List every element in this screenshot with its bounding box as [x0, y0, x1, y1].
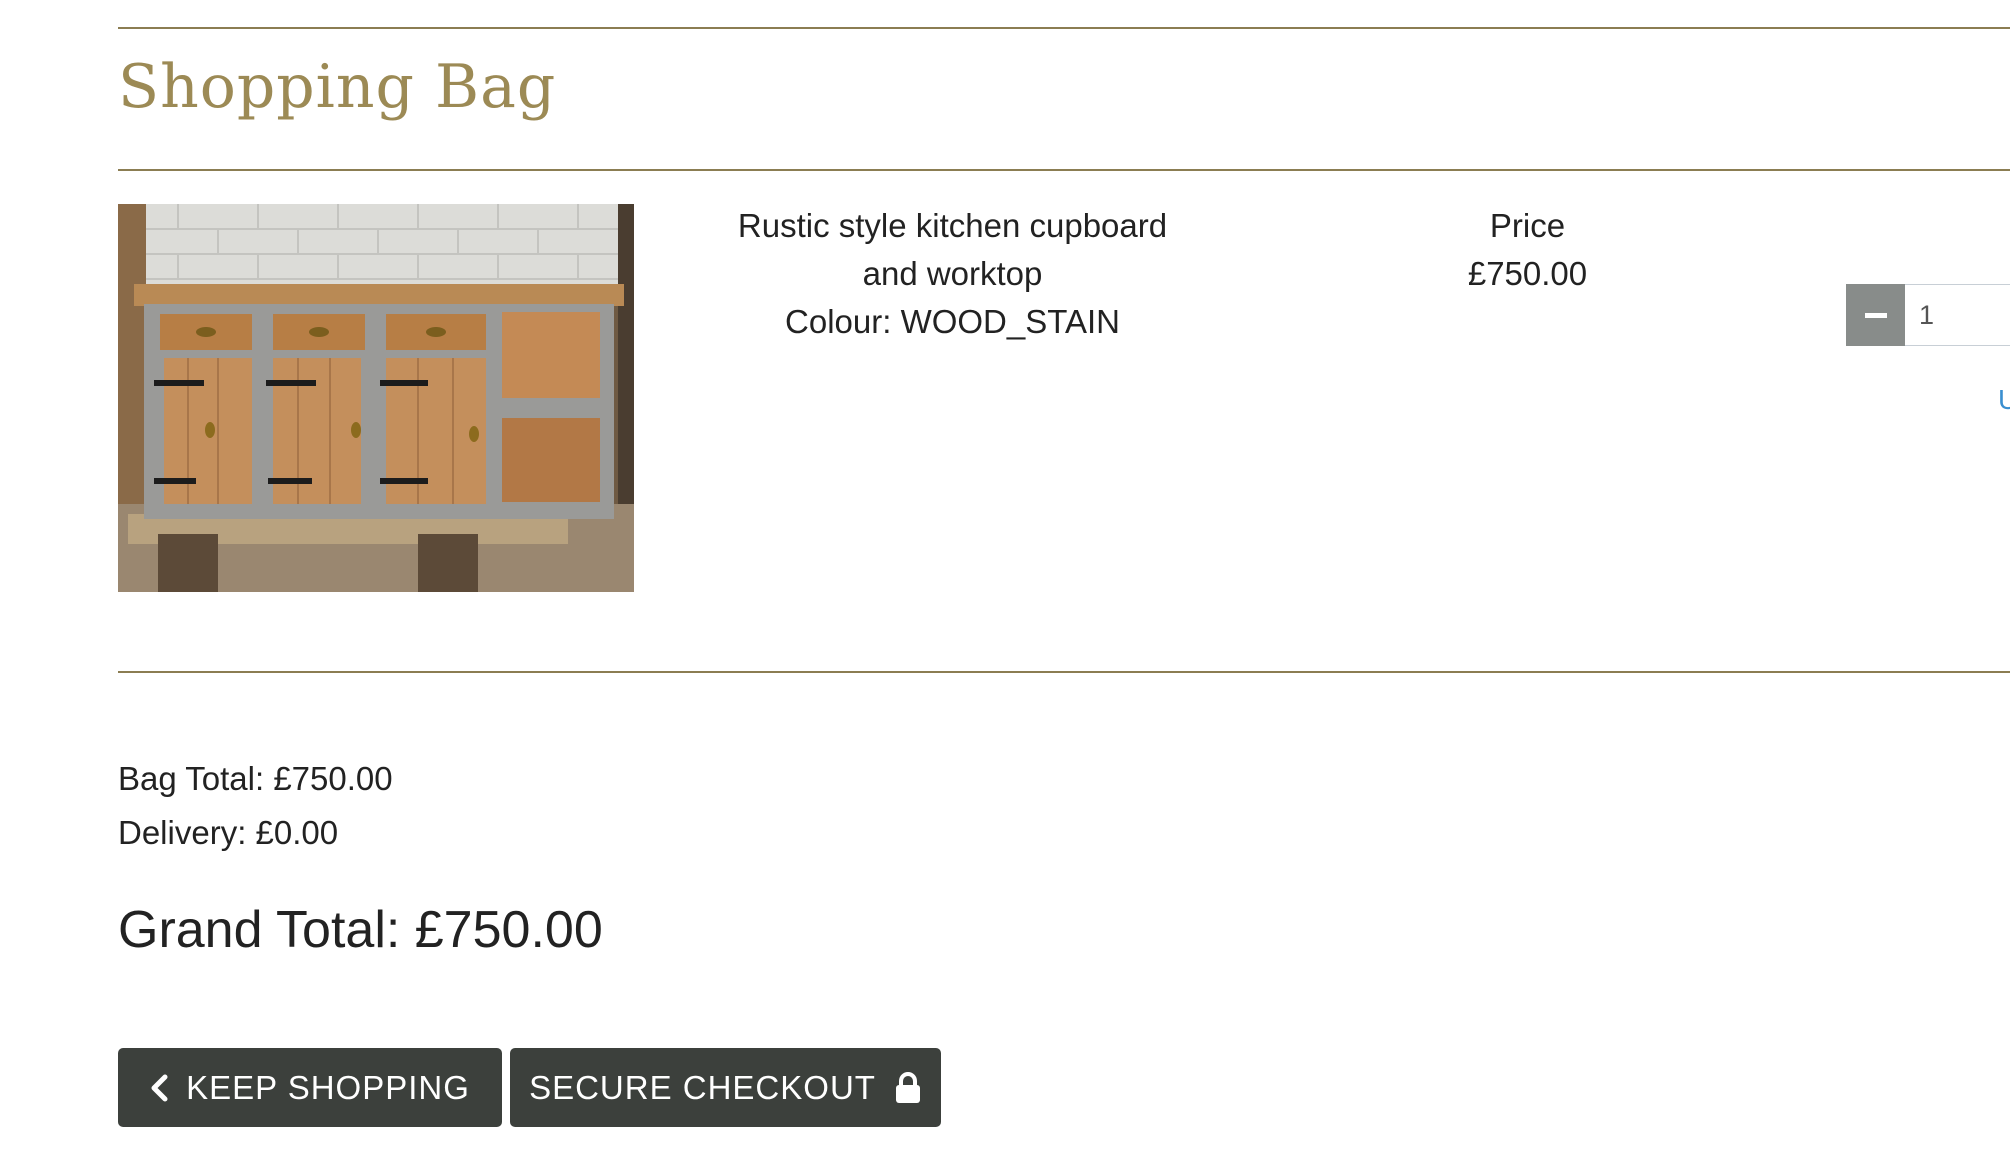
bag-total: Bag Total: £750.00: [118, 760, 393, 797]
product-image: [118, 204, 634, 592]
price-column: Price £750.00: [1430, 202, 1625, 298]
item-price: £750.00: [1467, 255, 1588, 292]
price-label: Price: [1489, 207, 1566, 244]
chevron-left-icon: [150, 1074, 168, 1102]
totals-divider: [118, 671, 2010, 673]
secure-checkout-label: SECURE CHECKOUT: [529, 1068, 876, 1106]
title-divider: [118, 169, 2010, 171]
product-details: Rustic style kitchen cupboard and workto…: [690, 202, 1215, 346]
grand-total: Grand Total: £750.00: [118, 901, 603, 959]
page-title: Shopping Bag: [118, 52, 557, 122]
quantity-input[interactable]: [1905, 284, 2010, 346]
decrement-quantity-button[interactable]: [1846, 284, 1905, 346]
product-name-line-1: Rustic style kitchen cupboard: [737, 207, 1168, 244]
update-link[interactable]: U: [1998, 384, 2010, 416]
lock-icon: [894, 1071, 922, 1104]
minus-icon: [1864, 312, 1887, 318]
quantity-stepper: [1846, 284, 2010, 346]
delivery-cost: Delivery: £0.00: [118, 814, 339, 851]
secure-checkout-button[interactable]: SECURE CHECKOUT: [510, 1048, 941, 1127]
product-name-line-2: and worktop: [862, 255, 1043, 292]
keep-shopping-label: KEEP SHOPPING: [186, 1068, 470, 1106]
order-totals: Bag Total: £750.00 Delivery: £0.00 Grand…: [118, 752, 603, 960]
top-divider: [118, 27, 2010, 29]
product-colour: Colour: WOOD_STAIN: [785, 303, 1120, 340]
keep-shopping-button[interactable]: KEEP SHOPPING: [118, 1048, 502, 1127]
